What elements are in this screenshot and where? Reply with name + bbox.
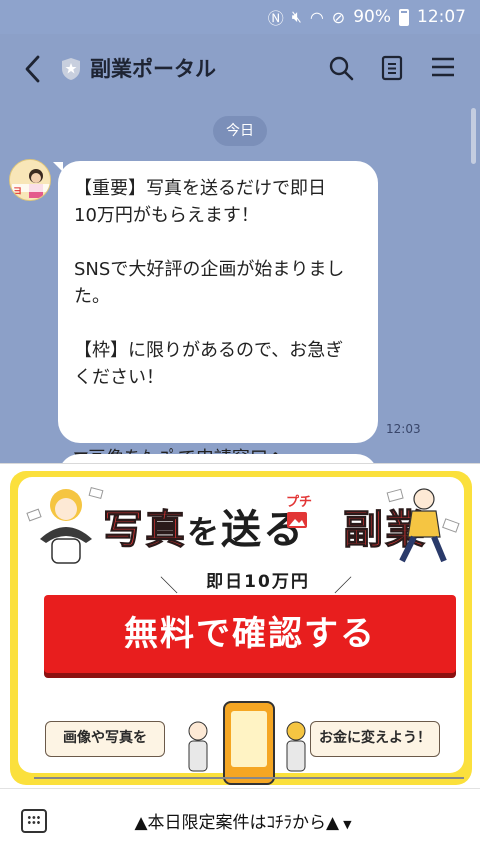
banner-frame: 写真を送る 副業 プチ ＼ 即日10万円 ／ 無料で確認する 画像や写真を お金… [10,471,472,785]
date-separator: 今日 [213,116,267,146]
photo-icon [287,512,307,528]
right-caption: お金に変えよう！ [310,721,440,757]
sub-headline: 即日10万円 [168,567,348,592]
caret-down-icon: ▼ [343,818,352,831]
left-caption: 画像や写真を [45,721,165,757]
message-bubble[interactable]: 【重要】写真を送るだけで即日 10万円がもらえます！ SNSで大好評の企画が始ま… [58,161,378,464]
woman-with-money-icon [26,486,104,564]
no-signal-icon: ⊘ [331,7,346,27]
rich-menu-toggle[interactable]: ▲本日限定案件はｺﾁﾗから▲ ▼ [0,808,480,833]
verified-shield-icon [62,58,80,80]
banner-panel: 写真を送る 副業 プチ ＼ 即日10万円 ／ 無料で確認する 画像や写真を お金… [18,477,464,785]
battery-percent: 90% [353,7,391,27]
running-man-icon [386,488,460,563]
chat-area[interactable]: 今日 ヨ 【重要】写真を送るだけで即日 10万円がもらえます！ SNSで大好評の… [0,104,480,464]
bottom-menu-bar: ▲本日限定案件はｺﾁﾗから▲ ▼ [0,788,480,854]
notes-icon[interactable] [381,55,403,81]
battery-icon [399,8,409,26]
cta-button[interactable]: 無料で確認する [44,595,456,673]
clock: 12:07 [417,7,466,27]
avatar-initial: ヨ [13,187,23,197]
menu-icon[interactable] [431,55,455,79]
status-bar: Ⓝ 🔇︎ ◠ ⊘ 90% 12:07 [0,0,480,34]
puchi-label: プチ [286,495,313,510]
chat-header: 副業ポータル [0,34,480,104]
wifi-icon: ◠ [309,7,324,27]
mute-icon: 🔇︎ [291,7,302,26]
chat-title: 副業ポータル [90,57,216,81]
back-arrow-icon[interactable] [22,54,44,84]
search-icon[interactable] [328,55,354,81]
scrollbar[interactable] [471,108,476,164]
rich-menu-label: ▲本日限定案件はｺﾁﾗから▲ [134,813,340,833]
message-time: 12:03 [386,422,421,436]
banner-headline: 写真を送る 副業 [103,507,428,554]
nfc-icon: Ⓝ [267,9,284,28]
rich-menu-banner[interactable]: 写真を送る 副業 プチ ＼ 即日10万円 ／ 無料で確認する 画像や写真を お金… [0,463,480,788]
skyline-decoration [34,763,464,779]
avatar[interactable]: ヨ [9,159,51,201]
